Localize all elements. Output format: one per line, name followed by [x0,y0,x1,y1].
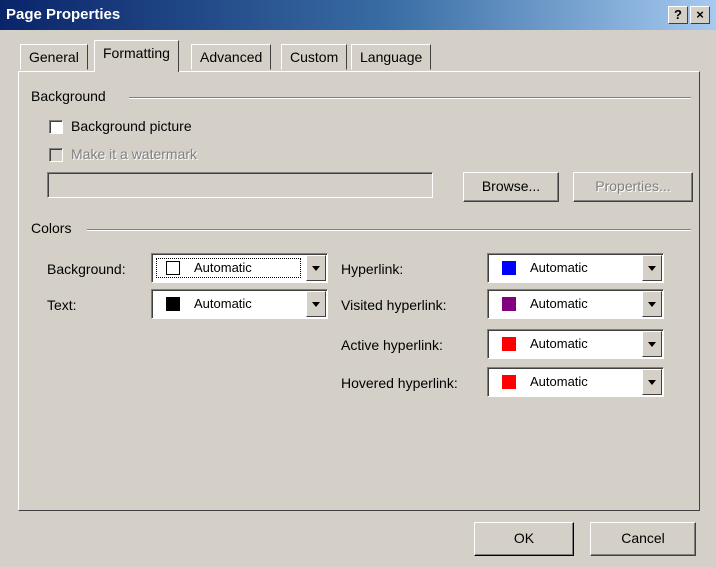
hyperlink-color-value: Automatic [530,260,588,275]
background-picture-checkbox[interactable] [49,120,63,134]
hovered-hyperlink-color-select[interactable]: Automatic [487,367,664,397]
tab-general[interactable]: General [20,44,88,70]
active-hyperlink-color-swatch [502,337,516,351]
chevron-down-icon [648,380,656,385]
chevron-down-icon [312,266,320,271]
tab-custom[interactable]: Custom [281,44,348,70]
hovered-hyperlink-color-swatch [502,375,516,389]
text-color-select[interactable]: Automatic [151,289,328,319]
tab-panel-formatting: Background Background picture Make it a … [18,71,700,511]
hovered-hyperlink-color-value: Automatic [530,374,588,389]
active-hyperlink-color-dropdown-button[interactable] [642,331,662,357]
text-color-dropdown-button[interactable] [306,291,326,317]
background-picture-path-field[interactable] [47,172,433,198]
chevron-down-icon [648,266,656,271]
hyperlink-color-select[interactable]: Automatic [487,253,664,283]
background-color-value: Automatic [194,260,252,275]
visited-hyperlink-color-swatch [502,297,516,311]
visited-hyperlink-color-value: Automatic [530,296,588,311]
tab-formatting[interactable]: Formatting [94,40,179,72]
chevron-down-icon [648,342,656,347]
hovered-hyperlink-color-label: Hovered hyperlink: [341,375,458,391]
background-color-swatch [166,261,180,275]
active-hyperlink-color-select[interactable]: Automatic [487,329,664,359]
ok-button-label: OK [513,530,535,546]
hyperlink-color-swatch [502,261,516,275]
cancel-button[interactable]: Cancel [590,522,696,556]
active-hyperlink-color-label: Active hyperlink: [341,337,443,353]
ok-button[interactable]: OK [474,522,574,556]
visited-hyperlink-color-label: Visited hyperlink: [341,297,447,313]
browse-button-label: Browse... [481,178,541,194]
tab-advanced[interactable]: Advanced [191,44,272,70]
background-group-title: Background [31,88,106,104]
background-color-dropdown-button[interactable] [306,255,326,281]
watermark-checkbox[interactable] [49,148,63,162]
background-color-label: Background: [47,261,126,277]
text-color-swatch [166,297,180,311]
title-bar: Page Properties ? × [0,0,716,30]
background-color-select[interactable]: Automatic [151,253,328,283]
properties-button-label: Properties... [595,178,671,194]
colors-group-divider [87,229,691,231]
chevron-down-icon [648,302,656,307]
browse-button[interactable]: Browse... [463,172,559,202]
visited-hyperlink-color-select[interactable]: Automatic [487,289,664,319]
hyperlink-color-label: Hyperlink: [341,261,404,277]
colors-group-title: Colors [31,220,72,236]
help-button[interactable]: ? [668,6,688,24]
chevron-down-icon [312,302,320,307]
tab-language[interactable]: Language [351,44,432,70]
close-button[interactable]: × [690,6,710,24]
background-picture-label[interactable]: Background picture [71,118,192,134]
text-color-label: Text: [47,297,77,313]
visited-hyperlink-color-dropdown-button[interactable] [642,291,662,317]
text-color-value: Automatic [194,296,252,311]
hyperlink-color-dropdown-button[interactable] [642,255,662,281]
cancel-button-label: Cancel [621,530,665,546]
window-title: Page Properties [6,6,121,23]
properties-button[interactable]: Properties... [573,172,693,202]
active-hyperlink-color-value: Automatic [530,336,588,351]
watermark-label[interactable]: Make it a watermark [71,146,197,162]
hovered-hyperlink-color-dropdown-button[interactable] [642,369,662,395]
background-group-divider [129,97,691,99]
